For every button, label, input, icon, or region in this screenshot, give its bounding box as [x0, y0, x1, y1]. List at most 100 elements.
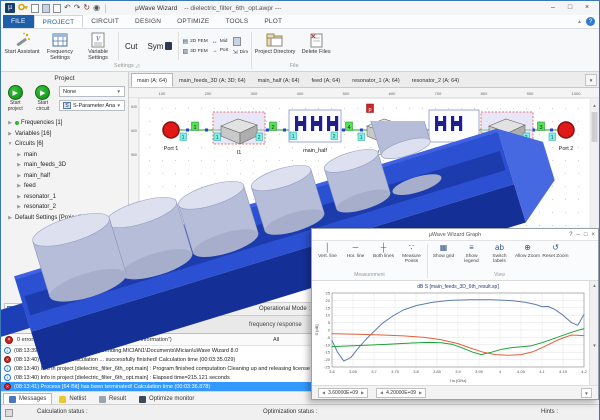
refresh-icon[interactable]: ↻ [83, 3, 90, 13]
save-netlist-button[interactable] [233, 37, 249, 46]
app-icon[interactable]: µ [5, 3, 15, 13]
group-caption-file: File [253, 62, 335, 71]
graph-scrollbar[interactable]: ▲ ▼ [589, 281, 598, 385]
status-bar: Calculation status : Optimization status… [1, 404, 599, 420]
globe-icon[interactable]: ◉ [93, 3, 100, 13]
graph-close-button[interactable]: × [591, 232, 595, 238]
sym-toggle-button[interactable]: Sym [142, 30, 177, 62]
tree-item-circuits-6[interactable]: ▼Circuits [6] [3, 139, 126, 150]
frequency-max-spinner[interactable]: ◀ 4.20000E+09 ▶ [376, 388, 426, 398]
delete-files-button[interactable]: × Delete Files [297, 30, 335, 62]
start-circuit-button[interactable]: ▶ [35, 85, 50, 100]
frequency-min-spinner[interactable]: ◀ 3.60000E+09 ▶ [318, 388, 368, 398]
tree-item-resonator-1[interactable]: ▶resonator_1 [3, 192, 126, 203]
switch-labels-button[interactable]: abSwitch labels [486, 242, 513, 272]
graph-maximize-button[interactable]: □ [584, 232, 588, 238]
close-button[interactable]: × [579, 2, 595, 14]
dim-button[interactable]: ⇲Dim [233, 49, 249, 56]
show-legend-button[interactable]: ≡Show legend [458, 242, 485, 272]
svg-text:10: 10 [326, 313, 331, 318]
dialog-launcher-icon[interactable]: ◿ [135, 63, 139, 69]
scrollbar-thumb[interactable] [592, 112, 598, 142]
undo-icon[interactable]: ↶ [64, 3, 71, 13]
mid-button[interactable]: ↔Mid [212, 39, 229, 45]
port-1-symbol[interactable] [163, 122, 179, 138]
hints-label: Hints : [541, 409, 558, 415]
start-project-label: Start project [4, 101, 27, 112]
measure-points-button[interactable]: ∵Measure Points [398, 242, 425, 272]
tree-item-variables-16[interactable]: ▶Variables [16] [3, 129, 126, 140]
tree-item-resonator-2[interactable]: ▶resonator_2 [3, 202, 126, 213]
trace-select-dropdown[interactable]: ▼ [581, 388, 592, 398]
spectrum-chart[interactable]: dB S [main_feeds_3D_6th_result.sp]3.63.6… [312, 281, 598, 385]
variable-settings-button[interactable]: V Variable Settings [79, 30, 117, 62]
frequency-settings-button[interactable]: Frequency Settings [41, 30, 79, 62]
project-directory-button[interactable]: Project Directory [253, 30, 297, 62]
menu-tab-optimize[interactable]: OPTIMIZE [169, 15, 217, 28]
graph-window-titlebar[interactable]: µWave Wizard Graph ? – □ × [312, 229, 598, 241]
circuit-tab-resonator-2[interactable]: resonator_2 (A; 64) [406, 73, 465, 87]
both-lines-button[interactable]: ┼Both lines [370, 242, 397, 272]
scroll-up-icon[interactable]: ▲ [592, 103, 596, 108]
minimize-button[interactable]: – [545, 2, 561, 14]
maximize-button[interactable]: □ [562, 2, 578, 14]
allow-zoom-button[interactable]: ⊕Allow Zoom [514, 242, 541, 272]
preset-combo[interactable]: None▼ [59, 86, 125, 97]
errors-filter-icon[interactable]: × [5, 336, 13, 344]
spinner-right-icon[interactable]: ▶ [419, 390, 422, 395]
graph-minimize-button[interactable]: – [577, 232, 580, 238]
save-all-icon[interactable] [53, 4, 61, 13]
fem-2d-button[interactable]: ▤2D FEM [182, 38, 207, 45]
menu-tab-project[interactable]: PROJECT [34, 15, 84, 28]
tree-item-default-settings-project[interactable]: ▶Default Settings [Project] [3, 213, 126, 224]
zoom-icon: ⊕ [524, 243, 531, 253]
circuit-tab-resonator-1[interactable]: resonator_1 (A; 64) [346, 73, 405, 87]
svg-text:2: 2 [333, 134, 336, 140]
graph-help-button[interactable]: ? [569, 232, 572, 238]
circuit-tab-main-half[interactable]: main_half (A; 64) [252, 73, 306, 87]
analysis-combo[interactable]: SS-Parameter Analysis▼ [59, 100, 125, 111]
collapse-ribbon-icon[interactable]: ▲ [577, 19, 582, 25]
cut-button[interactable]: Cut [120, 30, 142, 62]
redo-icon[interactable]: ↷ [74, 3, 81, 13]
port-button[interactable]: →Port [212, 48, 229, 54]
reset-zoom-button[interactable]: ↺Reset Zoom [542, 242, 569, 272]
menu-tab-plot[interactable]: PLOT [256, 15, 290, 28]
log-entry-text: (08:13:39) - (08:13:40) Info: ...\TSierv… [14, 348, 238, 354]
circuit-tab-feed[interactable]: feed (A; 64) [306, 73, 347, 87]
hor-line-button[interactable]: ─Hor. line [342, 242, 369, 272]
spinner-left-icon[interactable]: ◀ [322, 390, 325, 395]
project-panel-tab[interactable]: Proje [4, 303, 40, 315]
menu-tab-design[interactable]: DESIGN [127, 15, 169, 28]
port-2-symbol[interactable] [558, 122, 574, 138]
svg-text:1: 1 [360, 135, 363, 141]
fem-3d-button[interactable]: ▧3D FEM [182, 48, 207, 55]
tree-item-frequencies-1[interactable]: ▶Frequencies [1] [3, 118, 126, 129]
component-i-cent[interactable]: I_cent [367, 119, 403, 156]
tree-item-main-half[interactable]: ▶main_half [3, 171, 126, 182]
save-icon[interactable] [42, 4, 50, 13]
menu-tab-file[interactable]: FILE [3, 15, 34, 28]
spinner-right-icon[interactable]: ▶ [361, 390, 364, 395]
help-icon[interactable]: ? [586, 17, 595, 26]
menu-tab-tools[interactable]: TOOLS [217, 15, 256, 28]
start-project-button[interactable]: ▶ [8, 85, 23, 100]
log-filter-all[interactable]: All [273, 337, 279, 343]
menu-tab-circuit[interactable]: CIRCUIT [83, 15, 127, 28]
circuit-tab-main[interactable]: main (A; 64) [131, 73, 173, 87]
component-group-2[interactable] [429, 110, 479, 142]
tree-item-feed[interactable]: ▶feed [3, 181, 126, 192]
vert-line-button[interactable]: │Vert. line [314, 242, 341, 272]
tree-item-main[interactable]: ▶main [3, 150, 126, 161]
spinner-left-icon[interactable]: ◀ [380, 390, 383, 395]
show-grid-button[interactable]: ▦Show grid [430, 242, 457, 272]
tree-item-main-feeds-3d[interactable]: ▶main_feeds_3D [3, 160, 126, 171]
tab-list-dropdown[interactable]: ▼ [585, 74, 597, 86]
scroll-up-icon[interactable]: ▲ [590, 283, 599, 288]
circuit-tab-main-feeds-3d[interactable]: main_feeds_3D (A; 3D; 64) [173, 73, 252, 87]
start-assistant-button[interactable]: Start Assistant [3, 30, 41, 62]
svg-text:4.15: 4.15 [559, 369, 568, 374]
scroll-down-icon[interactable]: ▼ [590, 343, 599, 348]
open-icon[interactable] [31, 4, 39, 13]
graph-window[interactable]: µWave Wizard Graph ? – □ × │Vert. line─H… [311, 228, 599, 400]
